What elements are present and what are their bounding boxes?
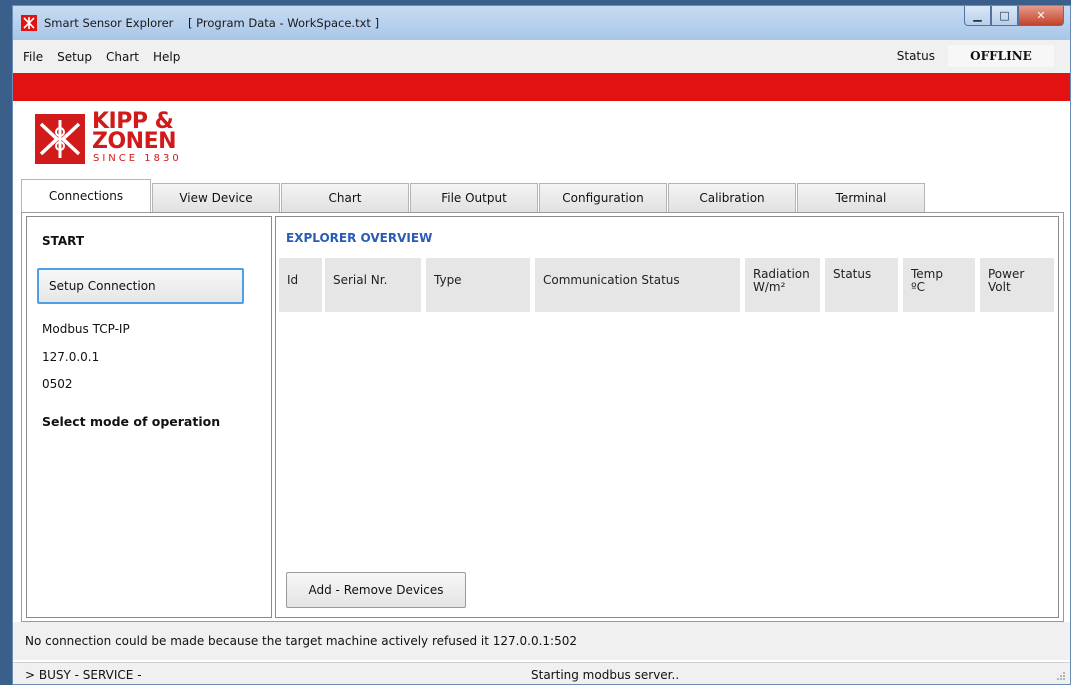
- column-header-id[interactable]: Id: [279, 258, 322, 312]
- port-label: 0502: [42, 377, 73, 391]
- logo-area: KIPP & ZONEN SINCE 1830: [13, 101, 1070, 175]
- menu-bar: File Setup Chart Help Status OFFLINE: [13, 40, 1070, 73]
- tab-configuration[interactable]: Configuration: [539, 183, 667, 212]
- maximize-button[interactable]: □: [991, 6, 1018, 26]
- column-header-label: Id: [287, 273, 299, 287]
- app-window: Smart Sensor Explorer [ Program Data - W…: [12, 5, 1071, 685]
- column-header-power[interactable]: Power Volt: [980, 258, 1054, 312]
- tab-calibration[interactable]: Calibration: [668, 183, 796, 212]
- brand-red-bar: [13, 73, 1070, 101]
- status-label: Status: [896, 49, 935, 63]
- column-header-unit: Volt: [988, 280, 1011, 295]
- menu-setup[interactable]: Setup: [57, 50, 92, 64]
- column-header-status[interactable]: Status: [825, 258, 898, 312]
- tab-terminal[interactable]: Terminal: [797, 183, 925, 212]
- status-bar: > BUSY - SERVICE - Starting modbus serve…: [13, 662, 1070, 684]
- menu-file[interactable]: File: [23, 50, 43, 64]
- connection-sidebar: START Setup Connection Modbus TCP-IP 127…: [26, 216, 272, 618]
- column-header-type[interactable]: Type: [426, 258, 530, 312]
- window-controls: ▁ □ ✕: [964, 6, 1064, 26]
- setup-connection-button[interactable]: Setup Connection: [37, 268, 244, 304]
- app-icon: [21, 15, 37, 31]
- server-status: Starting modbus server..: [531, 668, 680, 682]
- add-remove-devices-button[interactable]: Add - Remove Devices: [286, 572, 466, 608]
- window-title: Smart Sensor Explorer [ Program Data - W…: [44, 16, 380, 30]
- tab-view-device[interactable]: View Device: [152, 183, 280, 212]
- connection-status-value: OFFLINE: [948, 45, 1054, 67]
- tab-file-output[interactable]: File Output: [410, 183, 538, 212]
- column-header-temp[interactable]: Temp ºC: [903, 258, 975, 312]
- column-header-label: Type: [434, 273, 462, 287]
- connections-panel: START Setup Connection Modbus TCP-IP 127…: [21, 212, 1064, 622]
- tab-bar: Connections View Device Chart File Outpu…: [21, 176, 926, 212]
- error-message: No connection could be made because the …: [25, 634, 577, 648]
- resize-grip-icon[interactable]: [1056, 671, 1066, 681]
- menu-help[interactable]: Help: [153, 50, 180, 64]
- start-heading: START: [42, 234, 85, 248]
- explorer-overview: EXPLORER OVERVIEW Id Serial Nr. Type Com…: [275, 216, 1059, 618]
- minimize-icon: ▁: [973, 9, 982, 22]
- close-icon: ✕: [1036, 9, 1046, 22]
- column-header-communication-status[interactable]: Communication Status: [535, 258, 740, 312]
- minimize-button[interactable]: ▁: [964, 6, 991, 26]
- title-bar[interactable]: Smart Sensor Explorer [ Program Data - W…: [13, 6, 1070, 40]
- column-header-serial[interactable]: Serial Nr.: [325, 258, 421, 312]
- column-header-radiation[interactable]: Radiation W/m²: [745, 258, 820, 312]
- close-button[interactable]: ✕: [1018, 6, 1064, 26]
- column-header-label: Serial Nr.: [333, 273, 388, 287]
- tab-connections[interactable]: Connections: [21, 179, 151, 212]
- menu-chart[interactable]: Chart: [106, 50, 139, 64]
- message-bar: No connection could be made because the …: [13, 622, 1070, 660]
- column-header-unit: W/m²: [753, 280, 786, 295]
- column-header-label: Communication Status: [543, 273, 680, 287]
- service-status: > BUSY - SERVICE -: [25, 668, 142, 682]
- tab-chart[interactable]: Chart: [281, 183, 409, 212]
- logo-text-since: SINCE 1830: [93, 153, 182, 164]
- overview-title: EXPLORER OVERVIEW: [286, 231, 433, 245]
- protocol-label: Modbus TCP-IP: [42, 322, 130, 336]
- ip-address-label: 127.0.0.1: [42, 350, 100, 364]
- kipp-zonen-logo-icon: [35, 114, 85, 164]
- maximize-icon: □: [999, 9, 1010, 22]
- column-header-label: Status: [833, 267, 872, 281]
- column-header-unit: ºC: [911, 280, 926, 295]
- mode-heading: Select mode of operation: [42, 414, 221, 429]
- logo-text-zonen: ZONEN: [92, 129, 177, 154]
